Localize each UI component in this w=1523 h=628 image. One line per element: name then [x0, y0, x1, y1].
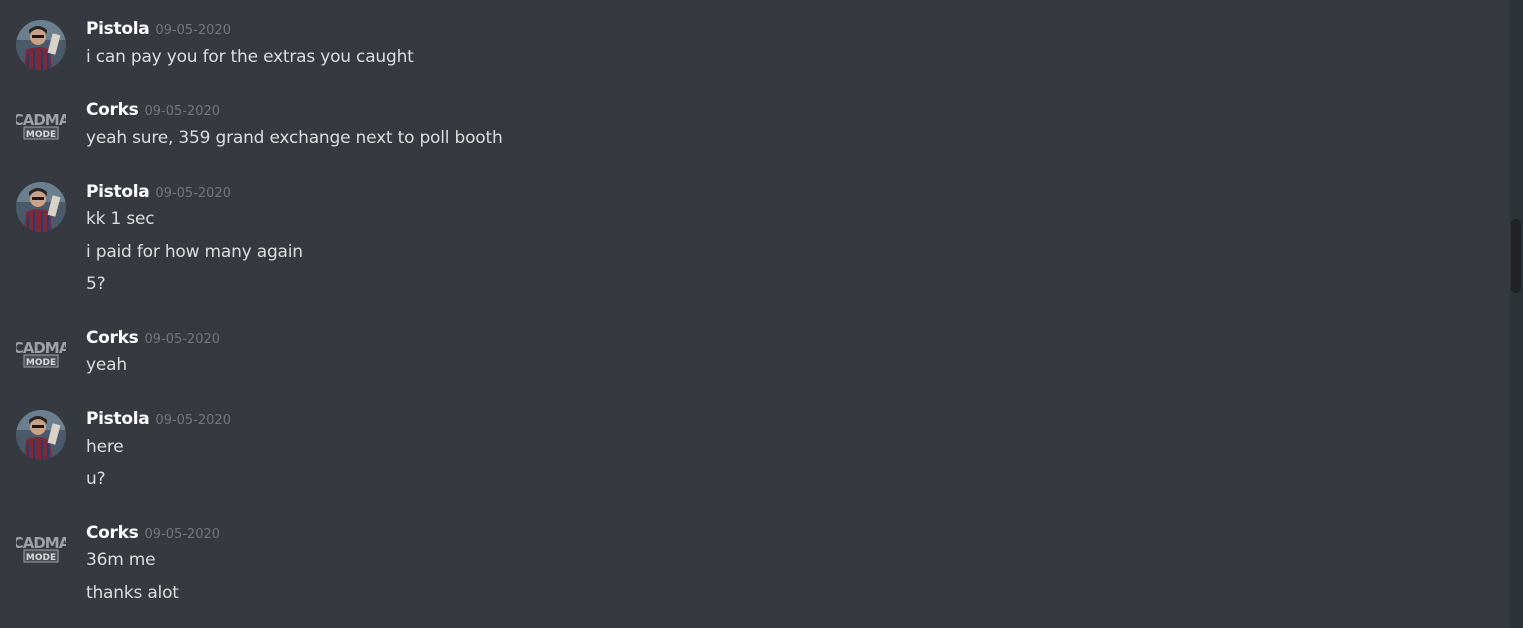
scrollbar-track[interactable] [1510, 0, 1523, 628]
avatar-pistola[interactable] [16, 182, 66, 232]
avatar-pistola[interactable] [16, 20, 66, 70]
username[interactable]: Corks [86, 100, 139, 120]
message-header: Pistola 09-05-2020 [86, 409, 231, 431]
message-text: here [86, 437, 124, 457]
timestamp: 09-05-2020 [155, 186, 231, 201]
timestamp: 09-05-2020 [144, 332, 221, 347]
timestamp: 09-05-2020 [144, 104, 221, 119]
cadma-mode-logo-icon: CADMA MODE [16, 339, 66, 368]
avatar-pistola[interactable] [16, 410, 66, 460]
message-text: thanks alot [86, 583, 179, 603]
message-text: 36m me [86, 550, 156, 570]
cadma-logo-top-text: CADMA [16, 339, 66, 357]
timestamp: 09-05-2020 [155, 413, 231, 428]
message-header: Corks 09-05-2020 [86, 523, 220, 545]
username[interactable]: Corks [86, 523, 139, 543]
message-text: yeah sure, 359 grand exchange next to po… [86, 128, 503, 148]
message-text: i paid for how many again [86, 242, 303, 262]
message-header: Corks 09-05-2020 [86, 100, 220, 122]
message-header: Pistola 09-05-2020 [86, 19, 231, 41]
timestamp: 09-05-2020 [155, 23, 231, 38]
message-text: 5? [86, 274, 106, 294]
avatar-corks[interactable]: CADMA MODE [16, 97, 66, 147]
message-text: kk 1 sec [86, 209, 155, 229]
message-text: i can pay you for the extras you caught [86, 47, 414, 67]
message-text: u? [86, 469, 106, 489]
cadma-mode-logo-icon: CADMA MODE [16, 534, 66, 563]
person-avatar-icon [16, 182, 66, 232]
cadma-mode-logo-icon: CADMA MODE [16, 111, 66, 140]
timestamp: 09-05-2020 [144, 527, 221, 542]
chat-messages-pane[interactable]: Pistola 09-05-2020 i can pay you for the … [0, 0, 1510, 628]
username[interactable]: Pistola [86, 182, 150, 202]
username[interactable]: Pistola [86, 19, 150, 39]
username[interactable]: Corks [86, 328, 139, 348]
cadma-logo-top-text: CADMA [16, 111, 66, 129]
person-avatar-icon [16, 20, 66, 70]
cadma-logo-bottom-text: MODE [26, 130, 56, 140]
username[interactable]: Pistola [86, 409, 150, 429]
person-avatar-icon [16, 410, 66, 460]
message-header: Pistola 09-05-2020 [86, 182, 231, 204]
cadma-logo-bottom-text: MODE [26, 553, 56, 563]
avatar-corks[interactable]: CADMA MODE [16, 520, 66, 570]
message-header: Corks 09-05-2020 [86, 328, 220, 350]
scrollbar-thumb[interactable] [1511, 219, 1521, 293]
message-text: yeah [86, 355, 127, 375]
avatar-corks[interactable]: CADMA MODE [16, 325, 66, 375]
cadma-logo-top-text: CADMA [16, 534, 66, 552]
cadma-logo-bottom-text: MODE [26, 358, 56, 368]
